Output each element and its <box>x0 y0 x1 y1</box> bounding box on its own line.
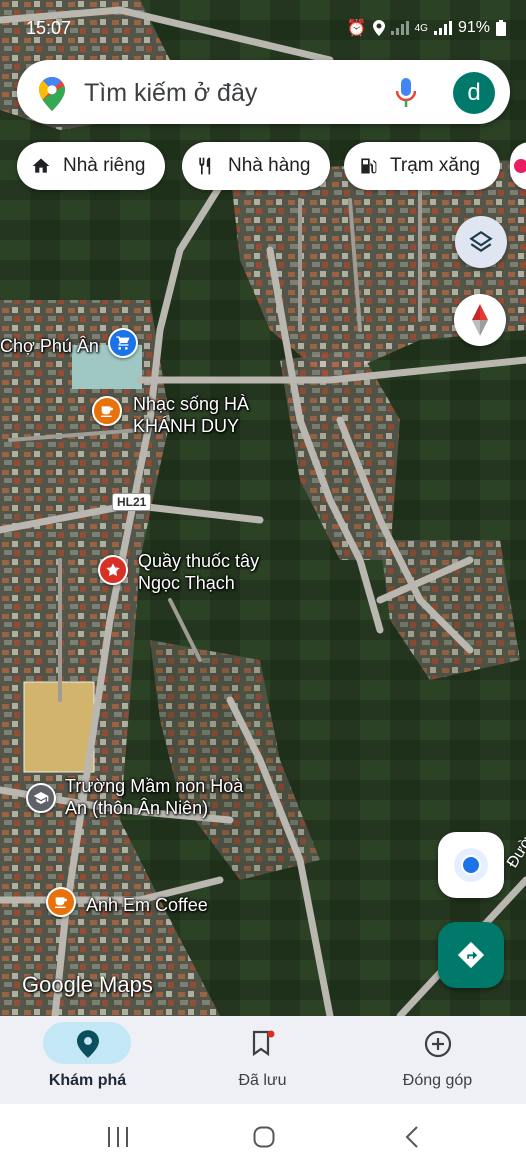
compass-icon <box>472 304 488 336</box>
shopping-cart-icon <box>116 336 130 350</box>
home-circle-icon <box>253 1126 275 1148</box>
coffee-icon <box>101 406 113 417</box>
battery-icon <box>496 20 506 36</box>
back-icon <box>405 1126 418 1148</box>
poi-label-line: Quầy thuốc tây <box>138 551 260 571</box>
recent-apps-button[interactable] <box>106 1124 130 1150</box>
google-maps-logo-icon <box>39 77 65 111</box>
compass-button[interactable] <box>454 294 506 346</box>
poi-label-quay-thuoc[interactable]: Quầy thuốc tây Ngọc Thạch <box>138 550 259 594</box>
system-navigation-bar <box>0 1104 526 1169</box>
school-icon <box>33 792 49 804</box>
restaurant-icon <box>199 157 211 175</box>
directions-icon <box>457 941 485 969</box>
poi-label-nhac-song[interactable]: Nhạc sống HÀ KHÁNH DUY <box>133 393 249 437</box>
road-shield: HL21 <box>112 493 152 511</box>
search-bar[interactable]: Tìm kiếm ở đây d <box>17 60 510 124</box>
layers-button[interactable] <box>455 216 507 268</box>
chip-restaurant[interactable]: Nhà hàng <box>182 142 331 190</box>
chip-home[interactable]: Nhà riêng <box>17 142 166 190</box>
search-input[interactable]: Tìm kiếm ở đây <box>84 79 257 108</box>
add-circle-icon <box>424 1030 451 1058</box>
bookmark-icon <box>252 1030 274 1057</box>
nav-saved[interactable]: Đã lưu <box>175 1016 350 1104</box>
poi-pin-nhac-song[interactable] <box>92 396 122 426</box>
nav-label: Đã lưu <box>238 1072 287 1089</box>
poi-label-truong-mam-non[interactable]: Trường Mầm non Hoà An (thôn Ân Niên) <box>65 775 243 819</box>
signal-icon <box>390 21 409 35</box>
poi-label-line: An (thôn Ân Niên) <box>65 798 209 818</box>
battery-percent: 91% <box>457 19 490 36</box>
bottom-navigation: Khám phá Đã lưu Đóng góp <box>0 1016 526 1104</box>
poi-label-anh-em-coffee[interactable]: Anh Em Coffee <box>86 894 208 916</box>
coffee-icon <box>55 897 67 908</box>
shopping-icon <box>514 159 526 173</box>
nav-contribute[interactable]: Đóng góp <box>350 1016 525 1104</box>
google-maps-watermark: Google Maps <box>22 972 153 997</box>
my-location-button[interactable] <box>438 832 504 898</box>
status-bar: 15:07 ⏰ 4G 91% <box>0 0 526 56</box>
layers-icon <box>469 230 493 252</box>
poi-pin-truong-mam-non[interactable] <box>26 783 56 813</box>
chip-gas-station[interactable]: Trạm xăng <box>344 142 501 190</box>
recent-apps-icon <box>108 1127 128 1147</box>
nav-label: Khám phá <box>48 1072 127 1089</box>
nav-label: Đóng góp <box>402 1072 473 1089</box>
poi-label-line: Nhạc sống HÀ <box>133 394 250 414</box>
chip-label: Nhà riêng <box>63 155 146 176</box>
chip-label: Nhà hàng <box>228 155 311 176</box>
nav-explore[interactable]: Khám phá <box>0 1016 175 1104</box>
poi-pin-quay-thuoc[interactable] <box>98 555 128 585</box>
poi-pin-cho-phu-an[interactable] <box>108 328 138 358</box>
status-time: 15:07 <box>26 18 72 38</box>
microphone-icon[interactable] <box>396 78 416 108</box>
my-location-icon <box>454 848 488 882</box>
back-button[interactable] <box>402 1124 422 1150</box>
chip-label: Trạm xăng <box>390 155 481 176</box>
poi-label-line: Trường Mầm non Hoà <box>65 776 244 796</box>
signal-icon <box>433 21 452 35</box>
poi-label-line: Ngọc Thạch <box>138 573 235 593</box>
poi-pin-anh-em-coffee[interactable] <box>46 887 76 917</box>
directions-button[interactable] <box>438 922 504 988</box>
home-button[interactable] <box>252 1124 276 1150</box>
pharmacy-icon <box>106 563 120 576</box>
location-icon <box>372 20 385 36</box>
poi-label-line: KHÁNH DUY <box>133 416 240 436</box>
gas-station-icon <box>361 158 377 174</box>
avatar[interactable]: d <box>453 72 495 114</box>
status-indicators: ⏰ 4G 91% <box>347 18 506 38</box>
home-icon <box>32 158 50 173</box>
alarm-icon: ⏰ <box>346 20 367 37</box>
poi-label-cho-phu-an[interactable]: Chợ Phú Ân <box>0 335 99 357</box>
location-pin-icon <box>76 1030 99 1058</box>
network-type: 4G <box>414 22 428 34</box>
